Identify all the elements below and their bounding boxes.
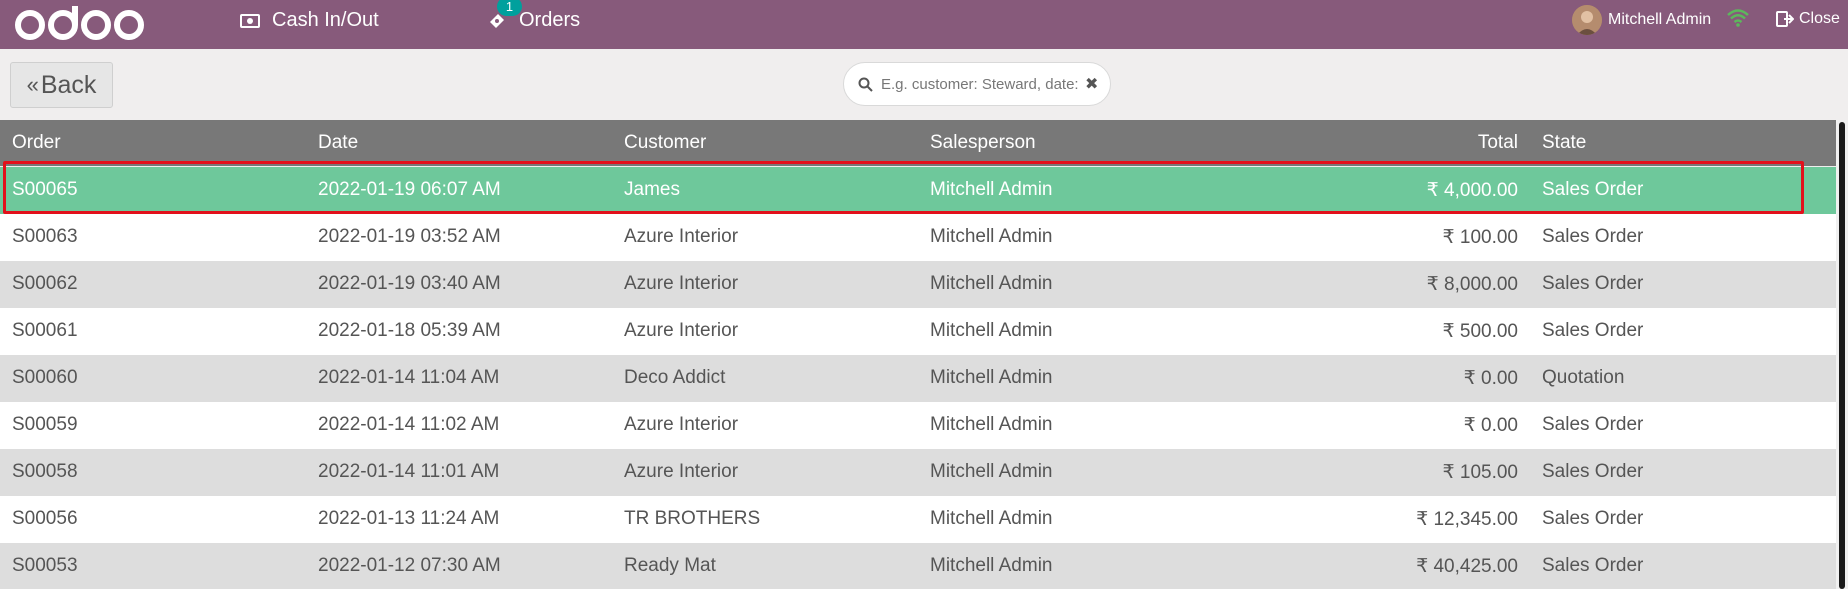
cell-total: ₹ 4,000.00 xyxy=(1426,180,1518,201)
user-menu[interactable]: Mitchell Admin xyxy=(1572,4,1711,36)
table-row[interactable]: S00062 2022-01-19 03:40 AM Azure Interio… xyxy=(0,261,1836,308)
cell-customer: Deco Addict xyxy=(624,367,726,388)
cell-customer: Azure Interior xyxy=(624,461,739,482)
double-chevron-left-icon: « xyxy=(26,72,39,97)
cell-state: Sales Order xyxy=(1542,179,1644,200)
cell-salesperson: Mitchell Admin xyxy=(930,508,1053,529)
vertical-scrollbar[interactable] xyxy=(1836,120,1848,589)
search-input[interactable] xyxy=(881,75,1081,93)
cash-in-out-label: Cash In/Out xyxy=(272,9,379,31)
clear-search-icon[interactable]: ✖ xyxy=(1085,74,1098,94)
orders-badge: 1 xyxy=(497,0,522,16)
cell-state: Sales Order xyxy=(1542,273,1644,294)
cell-date: 2022-01-14 11:01 AM xyxy=(318,461,500,482)
wifi-icon xyxy=(1726,8,1750,33)
cell-date: 2022-01-13 11:24 AM xyxy=(318,508,500,529)
cell-customer: Azure Interior xyxy=(624,273,739,294)
cell-order: S00062 xyxy=(12,273,78,294)
odoo-logo[interactable] xyxy=(12,3,147,43)
cell-date: 2022-01-18 05:39 AM xyxy=(318,320,501,341)
orders-table: Order Date Customer Salesperson Total St… xyxy=(0,120,1848,589)
close-label: Close xyxy=(1799,9,1840,27)
cell-salesperson: Mitchell Admin xyxy=(930,179,1053,200)
user-name: Mitchell Admin xyxy=(1608,11,1712,28)
back-label: Back xyxy=(40,70,97,99)
avatar xyxy=(1572,5,1602,35)
cell-order: S00063 xyxy=(12,226,78,247)
column-header-date[interactable]: Date xyxy=(318,132,358,154)
scrollbar-thumb[interactable] xyxy=(1839,122,1845,589)
control-bar: « Back ✖ xyxy=(0,49,1848,120)
cell-total: ₹ 8,000.00 xyxy=(1426,274,1518,295)
cell-customer: Azure Interior xyxy=(624,414,739,435)
cell-order: S00060 xyxy=(12,367,78,388)
table-row[interactable]: S00059 2022-01-14 11:02 AM Azure Interio… xyxy=(0,402,1836,449)
column-header-salesperson[interactable]: Salesperson xyxy=(930,132,1036,154)
table-row[interactable]: S00053 2022-01-12 07:30 AM Ready Mat Mit… xyxy=(0,543,1836,589)
cell-customer: Azure Interior xyxy=(624,320,739,341)
cell-state: Sales Order xyxy=(1542,461,1644,482)
cell-total: ₹ 500.00 xyxy=(1442,321,1518,342)
cell-salesperson: Mitchell Admin xyxy=(930,226,1053,247)
cell-state: Sales Order xyxy=(1542,320,1644,341)
table-row-selected[interactable]: S00065 2022-01-19 06:07 AM James Mitchel… xyxy=(0,167,1836,214)
cell-salesperson: Mitchell Admin xyxy=(930,320,1053,341)
back-button[interactable]: « Back xyxy=(10,62,113,108)
cell-order: S00065 xyxy=(12,179,78,200)
cell-salesperson: Mitchell Admin xyxy=(930,414,1053,435)
sign-out-icon xyxy=(1776,10,1794,27)
cell-date: 2022-01-19 03:40 AM xyxy=(318,273,501,294)
money-icon xyxy=(240,13,260,28)
table-row[interactable]: S00060 2022-01-14 11:04 AM Deco Addict M… xyxy=(0,355,1836,402)
cell-order: S00058 xyxy=(12,461,78,482)
cell-total: ₹ 0.00 xyxy=(1463,368,1518,389)
cell-state: Sales Order xyxy=(1542,508,1644,529)
search-box[interactable]: ✖ xyxy=(843,62,1111,106)
cell-total: ₹ 40,425.00 xyxy=(1416,556,1518,577)
orders-button[interactable]: 1 Orders xyxy=(487,0,580,41)
cell-total: ₹ 0.00 xyxy=(1463,415,1518,436)
cell-order: S00056 xyxy=(12,508,78,529)
ticket-icon: 1 xyxy=(487,0,522,31)
column-header-state[interactable]: State xyxy=(1542,132,1586,154)
cell-date: 2022-01-14 11:02 AM xyxy=(318,414,500,435)
cell-total: ₹ 100.00 xyxy=(1442,227,1518,248)
top-bar: Cash In/Out 1 Orders Mitchell Admin Clos… xyxy=(0,0,1848,49)
close-button[interactable]: Close xyxy=(1776,0,1840,37)
column-header-customer[interactable]: Customer xyxy=(624,132,706,154)
cell-state: Sales Order xyxy=(1542,226,1644,247)
cell-order: S00059 xyxy=(12,414,78,435)
cell-salesperson: Mitchell Admin xyxy=(930,273,1053,294)
cell-customer: TR BROTHERS xyxy=(624,508,761,529)
column-header-total[interactable]: Total xyxy=(1478,132,1518,154)
cell-total: ₹ 12,345.00 xyxy=(1416,509,1518,530)
cell-state: Sales Order xyxy=(1542,555,1644,576)
table-row[interactable]: S00063 2022-01-19 03:52 AM Azure Interio… xyxy=(0,214,1836,261)
table-row[interactable]: S00056 2022-01-13 11:24 AM TR BROTHERS M… xyxy=(0,496,1836,543)
cell-customer: Azure Interior xyxy=(624,226,739,247)
table-row[interactable]: S00061 2022-01-18 05:39 AM Azure Interio… xyxy=(0,308,1836,355)
cell-date: 2022-01-14 11:04 AM xyxy=(318,367,500,388)
cell-total: ₹ 105.00 xyxy=(1442,462,1518,483)
cell-customer: James xyxy=(624,179,680,200)
cell-date: 2022-01-19 06:07 AM xyxy=(318,179,501,200)
column-header-order[interactable]: Order xyxy=(12,132,61,154)
cash-in-out-button[interactable]: Cash In/Out xyxy=(240,0,379,41)
cell-state: Sales Order xyxy=(1542,414,1644,435)
cell-customer: Ready Mat xyxy=(624,555,716,576)
cell-order: S00061 xyxy=(12,320,78,341)
cell-state: Quotation xyxy=(1542,367,1625,388)
cell-date: 2022-01-12 07:30 AM xyxy=(318,555,501,576)
table-header: Order Date Customer Salesperson Total St… xyxy=(0,120,1836,166)
cell-date: 2022-01-19 03:52 AM xyxy=(318,226,501,247)
cell-salesperson: Mitchell Admin xyxy=(930,461,1053,482)
orders-label: Orders xyxy=(519,9,581,31)
cell-order: S00053 xyxy=(12,555,78,576)
cell-salesperson: Mitchell Admin xyxy=(930,555,1053,576)
table-row[interactable]: S00058 2022-01-14 11:01 AM Azure Interio… xyxy=(0,449,1836,496)
cell-salesperson: Mitchell Admin xyxy=(930,367,1053,388)
search-icon xyxy=(858,77,873,92)
